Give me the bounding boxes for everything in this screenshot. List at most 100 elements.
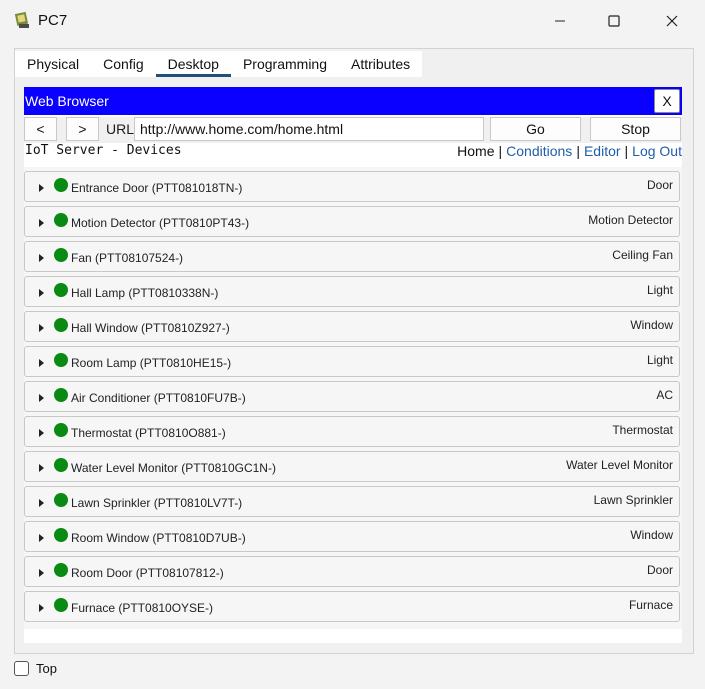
device-row[interactable]: Motion Detector (PTT0810PT43-) Motion Det…: [24, 206, 680, 237]
device-name: Water Level Monitor (PTT0810GC1N-): [71, 461, 276, 475]
forward-button[interactable]: >: [66, 117, 99, 141]
device-row[interactable]: Thermostat (PTT0810O881-) Thermostat: [24, 416, 680, 447]
device-name: Hall Window (PTT0810Z927-): [71, 321, 230, 335]
device-type: Water Level Monitor: [566, 458, 673, 472]
device-name: Thermostat (PTT0810O881-): [71, 426, 226, 440]
browser-titlebar: Web Browser X: [24, 87, 682, 115]
maximize-icon: [608, 15, 620, 27]
expand-caret-icon[interactable]: [39, 464, 44, 472]
tab-attributes[interactable]: Attributes: [339, 51, 423, 77]
tab-bar: Physical Config Desktop Programming Attr…: [15, 51, 423, 77]
browser-page: IoT Server - Devices Home | Conditions | Edi…: [24, 143, 682, 643]
close-window-button[interactable]: [649, 4, 695, 38]
expand-caret-icon[interactable]: [39, 219, 44, 227]
window-titlebar: PC7: [0, 0, 705, 42]
back-button[interactable]: <: [24, 117, 57, 141]
device-type: Door: [646, 178, 673, 192]
page-nav: Home | Conditions | Editor | Log Out: [457, 143, 682, 159]
device-row[interactable]: Fan (PTT08107524-) Ceiling Fan: [24, 241, 680, 272]
device-name: Room Door (PTT08107812-): [71, 566, 224, 580]
browser-title: Web Browser: [25, 93, 109, 109]
tab-physical[interactable]: Physical: [15, 51, 92, 77]
expand-caret-icon[interactable]: [39, 359, 44, 367]
page-bottom: [24, 629, 682, 643]
url-input[interactable]: [134, 117, 484, 141]
device-row[interactable]: Air Conditioner (PTT0810FU7B-) AC: [24, 381, 680, 412]
device-row[interactable]: Room Door (PTT08107812-) Door: [24, 556, 680, 587]
status-dot-icon: [54, 353, 68, 367]
expand-caret-icon[interactable]: [39, 569, 44, 577]
page-title: IoT Server - Devices: [25, 143, 182, 158]
top-checkbox[interactable]: [14, 661, 29, 676]
url-label: URL: [106, 121, 135, 137]
expand-caret-icon[interactable]: [39, 499, 44, 507]
device-name: Motion Detector (PTT0810PT43-): [71, 216, 250, 230]
device-row[interactable]: Room Lamp (PTT0810HE15-) Light: [24, 346, 680, 377]
device-type: Door: [646, 563, 673, 577]
status-dot-icon: [54, 283, 68, 297]
device-row[interactable]: Room Window (PTT0810D7UB-) Window: [24, 521, 680, 552]
device-row[interactable]: Lawn Sprinkler (PTT0810LV7T-) Lawn Sprink…: [24, 486, 680, 517]
tab-programming[interactable]: Programming: [230, 51, 339, 77]
status-dot-icon: [54, 423, 68, 437]
device-name: Fan (PTT08107524-): [71, 251, 184, 265]
device-type: Window: [630, 528, 673, 542]
device-type: AC: [656, 388, 673, 402]
browser-close-button[interactable]: X: [654, 89, 680, 113]
status-dot-icon: [54, 493, 68, 507]
expand-caret-icon[interactable]: [39, 429, 44, 437]
top-checkbox-label: Top: [36, 661, 57, 676]
device-name: Entrance Door (PTT081018TN-): [71, 181, 243, 195]
maximize-button[interactable]: [591, 4, 637, 38]
minimize-button[interactable]: [537, 4, 583, 38]
device-row[interactable]: Water Level Monitor (PTT0810GC1N-) Water …: [24, 451, 680, 482]
status-dot-icon: [54, 178, 68, 192]
nav-logout-link[interactable]: Log Out: [632, 143, 682, 159]
expand-caret-icon[interactable]: [39, 289, 44, 297]
window-title: PC7: [38, 12, 68, 29]
status-dot-icon: [54, 213, 68, 227]
device-type: Ceiling Fan: [612, 248, 673, 262]
expand-caret-icon[interactable]: [39, 534, 44, 542]
page-header: IoT Server - Devices Home | Conditions | Edi…: [24, 143, 682, 167]
status-dot-icon: [54, 598, 68, 612]
device-name: Lawn Sprinkler (PTT0810LV7T-): [71, 496, 243, 510]
device-type: Motion Detector: [588, 213, 673, 227]
device-row[interactable]: Furnace (PTT0810OYSE-) Furnace: [24, 591, 680, 622]
status-dot-icon: [54, 528, 68, 542]
tab-config[interactable]: Config: [91, 51, 156, 77]
device-type: Thermostat: [612, 423, 673, 437]
device-name: Hall Lamp (PTT0810338N-): [71, 286, 219, 300]
stop-button[interactable]: Stop: [590, 117, 681, 141]
device-row[interactable]: Entrance Door (PTT081018TN-) Door: [24, 171, 680, 202]
web-browser: Web Browser X < > URL Go Stop IoT Server…: [24, 87, 682, 643]
device-type: Window: [630, 318, 673, 332]
device-name: Air Conditioner (PTT0810FU7B-): [71, 391, 246, 405]
close-icon: [666, 15, 678, 27]
device-name: Room Window (PTT0810D7UB-): [71, 531, 246, 545]
status-dot-icon: [54, 563, 68, 577]
expand-caret-icon[interactable]: [39, 394, 44, 402]
go-button[interactable]: Go: [490, 117, 581, 141]
device-row[interactable]: Hall Window (PTT0810Z927-) Window: [24, 311, 680, 342]
expand-caret-icon[interactable]: [39, 184, 44, 192]
status-dot-icon: [54, 388, 68, 402]
nav-home-link[interactable]: Home: [457, 143, 494, 159]
device-row[interactable]: Hall Lamp (PTT0810338N-) Light: [24, 276, 680, 307]
nav-conditions-link[interactable]: Conditions: [506, 143, 572, 159]
device-type: Light: [646, 283, 673, 297]
status-dot-icon: [54, 458, 68, 472]
expand-caret-icon[interactable]: [39, 324, 44, 332]
status-dot-icon: [54, 318, 68, 332]
device-type: Lawn Sprinkler: [593, 493, 673, 507]
device-type: Furnace: [628, 598, 673, 612]
browser-nav-row: < > URL Go Stop: [24, 117, 682, 143]
device-panel: Physical Config Desktop Programming Attr…: [14, 48, 694, 654]
expand-caret-icon[interactable]: [39, 254, 44, 262]
device-name: Room Lamp (PTT0810HE15-): [71, 356, 232, 370]
tab-desktop[interactable]: Desktop: [155, 51, 232, 77]
nav-editor-link[interactable]: Editor: [584, 143, 621, 159]
expand-caret-icon[interactable]: [39, 604, 44, 612]
device-type: Light: [646, 353, 673, 367]
status-dot-icon: [54, 248, 68, 262]
